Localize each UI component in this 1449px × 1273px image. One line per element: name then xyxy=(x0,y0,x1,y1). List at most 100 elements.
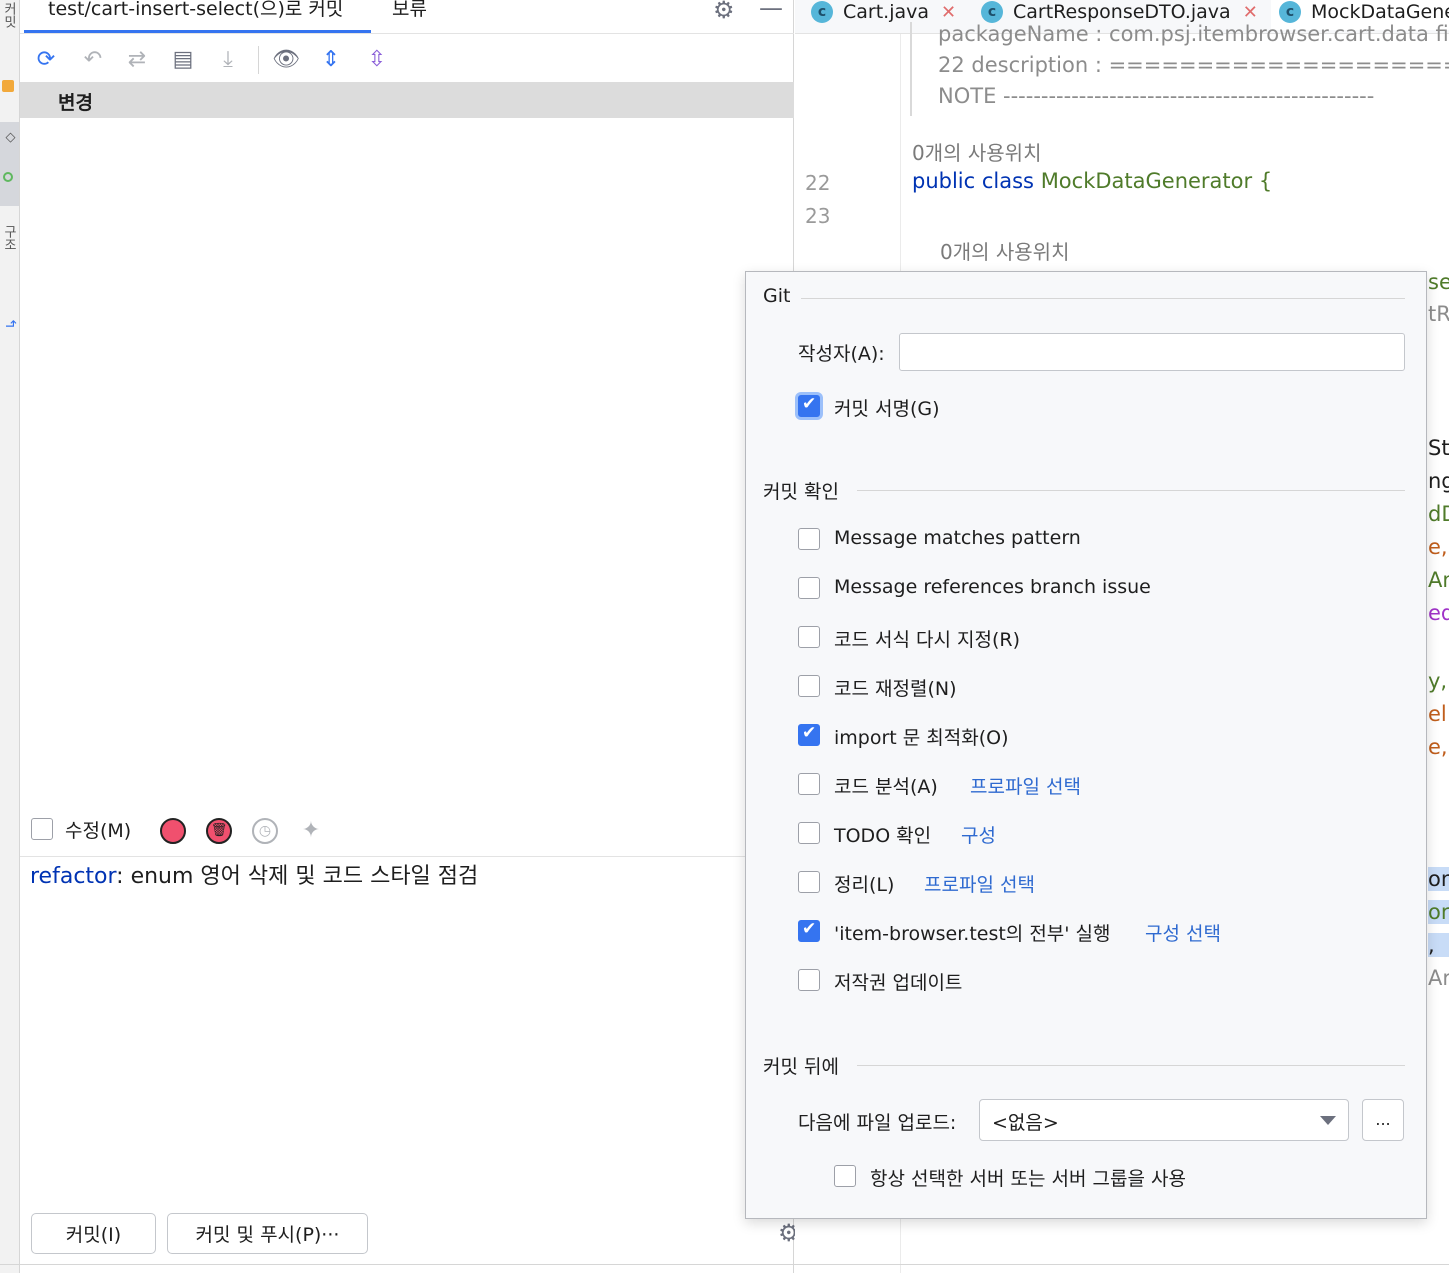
code-fragment: St xyxy=(1428,436,1449,460)
amend-checkbox[interactable] xyxy=(31,818,53,840)
check-row: 코드 재정렬(N) xyxy=(798,671,1398,701)
tab-commit[interactable]: test/cart-insert-select(으)로 커밋 xyxy=(48,0,343,21)
close-icon[interactable]: ✕ xyxy=(941,2,956,23)
check-checkbox[interactable] xyxy=(798,773,820,795)
class-icon: c xyxy=(811,1,833,23)
diff-icon[interactable]: ⇄ xyxy=(122,44,152,74)
check-label: Message matches pattern xyxy=(834,527,1081,549)
amend-label: 수정(M) xyxy=(65,820,132,842)
commit-header: test/cart-insert-select(으)로 커밋 보류 ⚙ — xyxy=(20,0,794,34)
check-config-link[interactable]: 프로파일 선택 xyxy=(924,870,1035,897)
delete-icon[interactable]: 🗑 xyxy=(206,818,232,844)
code-class-name: MockDataGenerator xyxy=(1040,169,1253,193)
close-icon[interactable]: ✕ xyxy=(1243,2,1258,23)
refresh-icon[interactable]: ⟳ xyxy=(31,44,61,74)
shelve-icon[interactable]: ▤ xyxy=(168,44,198,74)
commit-message-prefix: refactor xyxy=(30,864,117,889)
upload-server-select[interactable]: <없음> xyxy=(979,1099,1349,1141)
check-checkbox[interactable] xyxy=(798,822,820,844)
line-number: 22 xyxy=(805,171,831,195)
tab-shelf[interactable]: 보류 xyxy=(392,0,427,21)
changes-label: 변경 xyxy=(58,92,93,114)
ide-window: 커밋 ◇ 구조 ↰ test/cart-insert-select(으)로 커밋… xyxy=(0,0,1449,1273)
view-options-icon[interactable]: 👁 xyxy=(271,44,301,74)
commit-and-push-button[interactable]: 커밋 및 푸시(P)··· xyxy=(167,1213,368,1254)
signoff-label: 커밋 서명(G) xyxy=(834,398,940,420)
expand-all-icon[interactable]: ⇕ xyxy=(316,44,346,74)
code-fragment: tR xyxy=(1428,302,1449,326)
doc-line: 22 description : =======================… xyxy=(938,53,1449,77)
always-use-label: 항상 선택한 서버 또는 서버 그룹을 사용 xyxy=(870,1168,1186,1190)
usage-hint[interactable]: 0개의 사용위치 xyxy=(940,236,1069,265)
check-checkbox[interactable] xyxy=(798,675,820,697)
check-checkbox[interactable] xyxy=(798,577,820,599)
checks-section-title: 커밋 확인 xyxy=(763,481,839,503)
commit-options-popup: Git 작성자(A): 커밋 서명(G) 커밋 확인 Message match… xyxy=(745,271,1427,1219)
code-fragment: ng xyxy=(1428,469,1449,493)
commit-message-editor[interactable]: refactor: enum 영어 삭제 및 코드 스타일 점검 xyxy=(30,858,478,890)
browse-servers-button[interactable]: ... xyxy=(1362,1099,1404,1141)
check-checkbox[interactable] xyxy=(798,919,820,942)
author-input[interactable] xyxy=(899,333,1405,371)
usage-hint[interactable]: 0개의 사용위치 xyxy=(912,137,1041,166)
upload-server-value: <없음> xyxy=(992,1112,1059,1134)
check-checkbox[interactable] xyxy=(798,528,820,550)
check-label: TODO 확인 xyxy=(834,825,932,847)
rollback-icon[interactable]: ↶ xyxy=(78,44,108,74)
code-brace: { xyxy=(1258,169,1273,193)
commit-toolbar: ⟳ ↶ ⇄ ▤ ⤓ 👁 ⇕ ⇳ xyxy=(20,38,794,80)
editor-tab-label: Cart.java xyxy=(843,1,930,23)
editor-tab-label: CartResponseDTO.java xyxy=(1013,1,1231,23)
minimize-icon[interactable]: — xyxy=(759,0,783,20)
gear-icon[interactable]: ⚙ xyxy=(713,0,735,22)
commit-button[interactable]: 커밋(I) xyxy=(31,1213,156,1254)
stripe-structure-label[interactable]: 구조 xyxy=(0,225,18,251)
check-label: 저작권 업데이트 xyxy=(834,972,963,994)
pull-request-icon[interactable]: ↰ xyxy=(0,318,18,330)
check-checkbox[interactable] xyxy=(798,871,820,893)
check-config-link[interactable]: 구성 선택 xyxy=(1145,919,1221,946)
class-declaration: public class MockDataGenerator { xyxy=(912,169,1272,193)
download-icon[interactable]: ⤓ xyxy=(213,44,243,74)
check-row: 저작권 업데이트 xyxy=(798,965,1398,995)
git-section-title: Git xyxy=(763,285,791,307)
check-checkbox[interactable] xyxy=(798,969,820,991)
check-label: 코드 분석(A) xyxy=(834,776,938,798)
check-label: Message references branch issue xyxy=(834,576,1151,598)
code-fragment: , xyxy=(1428,933,1449,957)
after-commit-section-title: 커밋 뒤에 xyxy=(763,1056,839,1078)
ai-sparkle-icon[interactable]: ✦ xyxy=(298,818,324,844)
class-icon: c xyxy=(1279,1,1301,23)
commit-tool-window: test/cart-insert-select(으)로 커밋 보류 ⚙ — ⟳ … xyxy=(20,0,800,1273)
author-label: 작성자(A): xyxy=(798,343,885,365)
stripe-commit-label[interactable]: 커밋 xyxy=(0,2,18,28)
status-bar-border xyxy=(0,1264,1449,1265)
check-row: import 문 최적화(O) xyxy=(798,720,1398,750)
check-row: Message references branch issue xyxy=(798,573,1398,603)
record-icon[interactable] xyxy=(160,818,186,844)
code-fragment: ory xyxy=(1428,900,1449,924)
git-commit-icon[interactable] xyxy=(3,172,13,182)
folder-icon[interactable] xyxy=(2,80,14,92)
changes-node[interactable]: 변경 xyxy=(20,82,794,118)
check-checkbox[interactable] xyxy=(798,626,820,648)
section-divider xyxy=(857,1065,1405,1066)
signoff-checkbox[interactable] xyxy=(798,394,820,417)
amend-row: 수정(M) 🗑 ◷ ✦ xyxy=(30,814,770,848)
check-checkbox[interactable] xyxy=(798,723,820,746)
check-config-link[interactable]: 프로파일 선택 xyxy=(970,772,1081,799)
check-label: 코드 재정렬(N) xyxy=(834,678,957,700)
editor-tab-label: MockDataGene xyxy=(1311,1,1449,23)
history-icon[interactable]: ◷ xyxy=(252,818,278,844)
always-use-checkbox[interactable] xyxy=(834,1165,856,1187)
section-divider xyxy=(801,298,1405,299)
check-config-link[interactable]: 구성 xyxy=(961,821,996,848)
check-label: import 문 최적화(O) xyxy=(834,727,1009,749)
chevron-down-icon xyxy=(1320,1116,1336,1125)
check-row: 'item-browser.test의 전부' 실행 구성 선택 xyxy=(798,916,1398,946)
class-icon: c xyxy=(981,1,1003,23)
check-label: 정리(L) xyxy=(834,874,895,896)
check-label: 코드 서식 다시 지정(R) xyxy=(834,629,1020,651)
check-row: 코드 분석(A) 프로파일 선택 xyxy=(798,769,1398,799)
collapse-all-icon[interactable]: ⇳ xyxy=(362,44,392,74)
